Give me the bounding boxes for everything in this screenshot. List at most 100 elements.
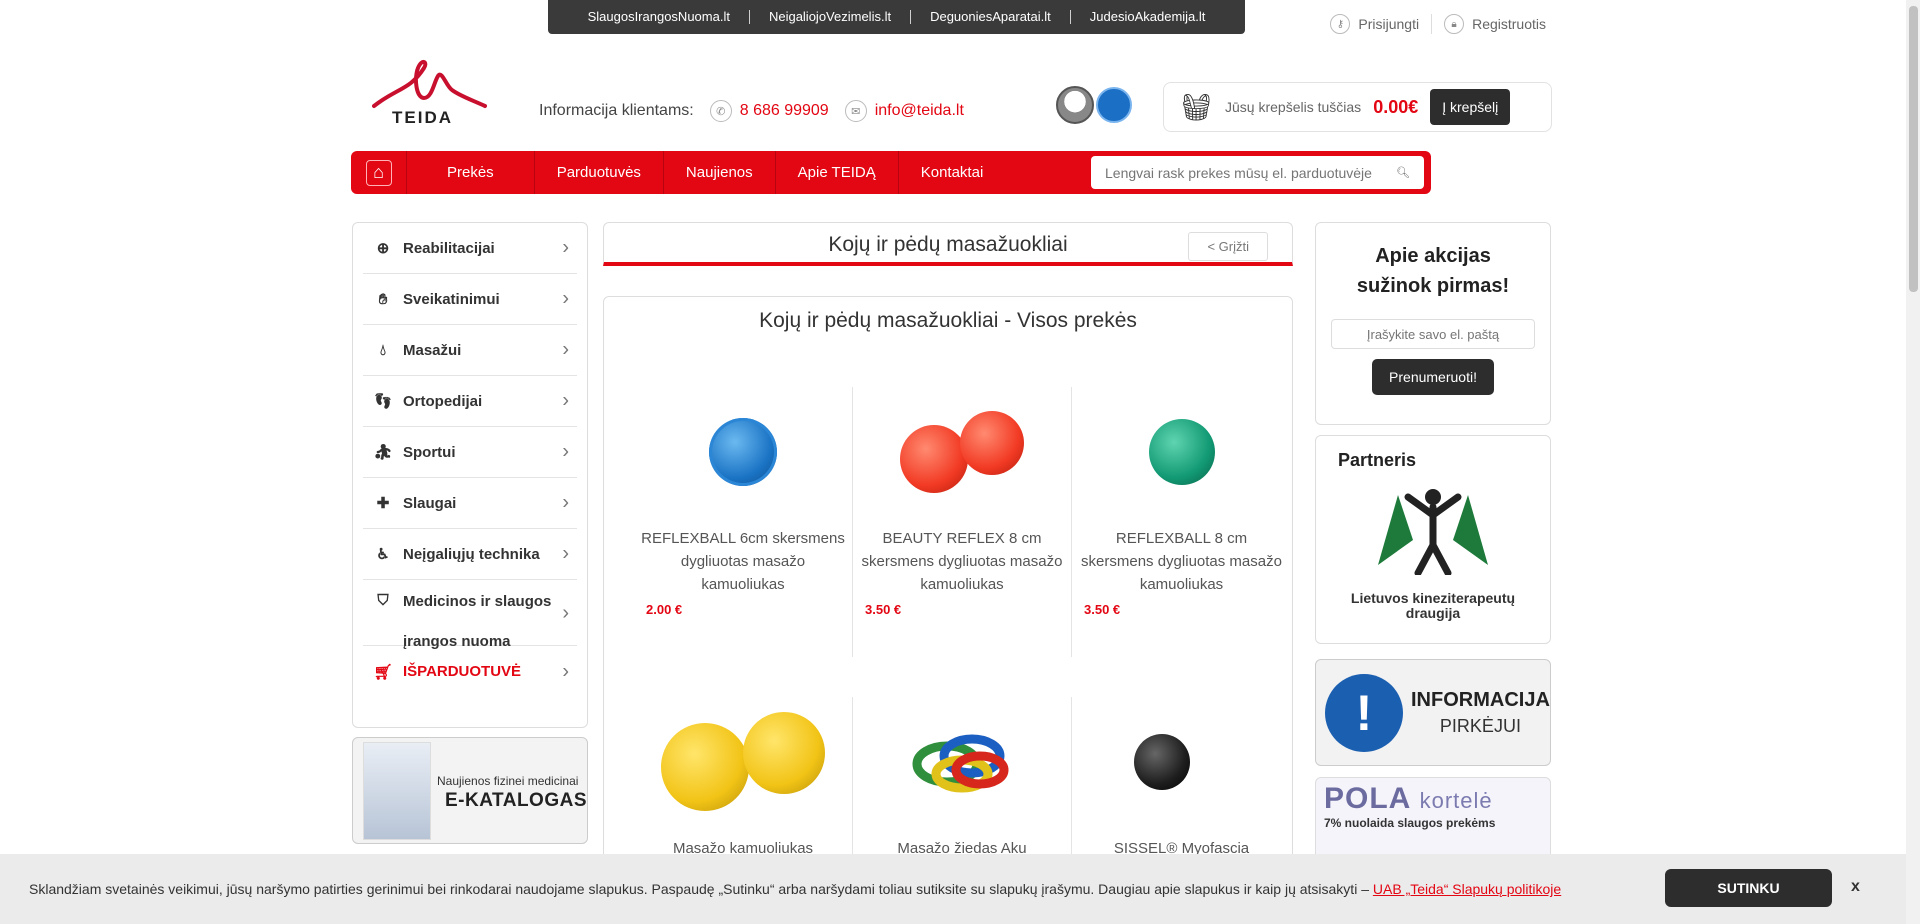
trust-badge-icon xyxy=(1056,86,1094,124)
account-links: ⚷ Prisijungti 🔒︎ Registruotis xyxy=(1318,14,1558,34)
newsletter-email-input[interactable] xyxy=(1331,319,1535,349)
page-scrollbar[interactable] xyxy=(1906,0,1920,924)
partner-box[interactable]: Partneris Lietuvos kineziterapeutų draugi… xyxy=(1315,435,1551,644)
cookie-message: Sklandžiam svetainės veikimui, jūsų narš… xyxy=(29,881,1369,897)
go-to-cart-button[interactable]: Į krepšelį xyxy=(1430,89,1511,125)
home-button[interactable]: ⌂ xyxy=(351,151,407,194)
sidebar-item-rehabilitation[interactable]: ⊕ Reabilitacijai › xyxy=(363,223,577,274)
basket-icon: 🧺︎ xyxy=(1180,91,1214,122)
search-input[interactable] xyxy=(1105,164,1395,181)
category-label: Masažui xyxy=(403,341,462,359)
drop-icon: 💧︎ xyxy=(379,341,386,359)
lock-icon: 🔒︎ xyxy=(1444,14,1465,34)
subscribe-button[interactable]: Prenumeruoti! xyxy=(1372,359,1494,395)
cookie-text: Sklandžiam svetainės veikimui, jūsų narš… xyxy=(29,881,1561,897)
feet-icon: 👣︎ xyxy=(373,393,393,410)
chevron-right-icon: › xyxy=(562,440,569,463)
category-label: Reabilitacijai xyxy=(403,239,495,257)
contact-label: Informacija klientams: xyxy=(539,102,694,119)
category-label: Slaugai xyxy=(403,494,457,512)
info-line1: INFORMACIJA xyxy=(1411,688,1550,711)
product-image xyxy=(653,402,833,502)
sidebar-item-massage[interactable]: 💧︎ Masažui › xyxy=(363,325,577,376)
category-label: Ortopedijai xyxy=(403,392,483,410)
plus-circle-icon: ✚ xyxy=(376,495,390,512)
nav-item-contacts[interactable]: Kontaktai xyxy=(899,151,1006,194)
product-name: REFLEXBALL 6cm skersmens dygliuotas masa… xyxy=(641,530,845,593)
sidebar-item-wellness[interactable]: ✋︎ Sveikatinimui › xyxy=(363,274,577,325)
partner-link[interactable]: NeigaliojoVezimelis.lt xyxy=(750,10,912,24)
product-image xyxy=(1092,712,1272,812)
nav-item-products[interactable]: Prekės xyxy=(407,151,535,194)
product-price: 3.50 € xyxy=(865,602,902,617)
key-icon: ⚷ xyxy=(1330,14,1351,34)
category-label: Sportui xyxy=(403,443,456,461)
accept-cookies-button[interactable]: SUTINKU xyxy=(1665,869,1832,907)
product-card[interactable]: REFLEXBALL 6cm skersmens dygliuotas masa… xyxy=(634,387,853,657)
product-image xyxy=(653,712,833,812)
n-shield-icon: ⛉ xyxy=(377,592,389,609)
category-label: Neįgaliųjų technika xyxy=(403,545,540,563)
nav-item-stores[interactable]: Parduotuvės xyxy=(535,151,664,194)
pola-title-main: POLA xyxy=(1324,782,1411,815)
cart-icon: 🛒︎ xyxy=(373,663,393,681)
category-label-line1: Medicinos ir slaugos xyxy=(403,593,552,610)
register-label: Registruotis xyxy=(1472,16,1546,32)
partner-caption-line1: Lietuvos kineziterapeutų xyxy=(1350,590,1516,606)
pola-title-sub: kortelė xyxy=(1419,788,1493,813)
sidebar-item-orthopedics[interactable]: 👣︎ Ortopedijai › xyxy=(363,376,577,427)
category-label: Sveikatinimui xyxy=(403,290,500,308)
newsletter-heading-line2: sužinok pirmas! xyxy=(1356,275,1510,297)
back-button[interactable]: < Grįžti xyxy=(1188,232,1268,261)
pola-text: 7% nuolaida slaugos prekėms xyxy=(1324,816,1496,830)
hand-icon: ✋︎ xyxy=(378,290,388,308)
product-card[interactable]: BEAUTY REFLEX 8 cm skersmens dygliuotas … xyxy=(853,387,1072,657)
black-ball-image xyxy=(1133,734,1190,790)
spiky-ball-image xyxy=(1148,419,1215,485)
main-nav: ⌂ Prekės Parduotuvės Naujienos Apie TEID… xyxy=(351,151,1431,194)
sidebar-item-sport[interactable]: ⛹︎ Sportui › xyxy=(363,427,577,478)
chevron-right-icon: › xyxy=(562,287,569,310)
cart-widget: 🧺︎ Jūsų krepšelis tuščias 0.00€ Į krepše… xyxy=(1163,82,1552,132)
product-name: BEAUTY REFLEX 8 cm skersmens dygliuotas … xyxy=(861,530,1063,593)
cookie-banner: Sklandžiam svetainės veikimui, jūsų narš… xyxy=(0,854,1906,924)
spiky-ball-image xyxy=(661,723,749,811)
scrollbar-thumb[interactable] xyxy=(1909,6,1918,292)
email-link[interactable]: info@teida.lt xyxy=(875,102,964,120)
buyer-info-banner[interactable]: ! INFORMACIJA PIRKĖJUI xyxy=(1315,659,1551,766)
product-image xyxy=(872,712,1052,812)
partner-link[interactable]: DeguoniesAparatai.lt xyxy=(911,10,1071,24)
sidebar-item-disability-tech[interactable]: ♿︎ Neįgaliųjų technika › xyxy=(363,529,577,580)
chevron-right-icon: › xyxy=(562,338,569,361)
cookie-policy-link[interactable]: UAB „Teida“ Slapukų politikoje xyxy=(1373,881,1561,897)
info-line2: PIRKĖJUI xyxy=(1439,715,1521,736)
search-box: 🔍︎ xyxy=(1091,156,1424,189)
mail-icon: ✉ xyxy=(844,100,867,122)
search-icon[interactable]: 🔍︎ xyxy=(1396,166,1410,179)
chevron-right-icon: › xyxy=(562,602,569,624)
sidebar-item-nursing[interactable]: ✚ Slaugai › xyxy=(363,478,577,529)
login-label: Prisijungti xyxy=(1358,16,1420,32)
product-grid: REFLEXBALL 6cm skersmens dygliuotas masa… xyxy=(634,387,1282,924)
phone-link[interactable]: 8 686 99909 xyxy=(740,102,829,120)
product-price: 2.00 € xyxy=(646,602,683,617)
sidebar-item-sale[interactable]: 🛒︎ IŠPARDUOTUVĖ › xyxy=(363,646,577,697)
spiky-ball-image xyxy=(960,411,1024,475)
product-card[interactable]: REFLEXBALL 8 cm skersmens dygliuotas mas… xyxy=(1072,387,1291,657)
sidebar-item-equipment-rental[interactable]: ⛉ Medicinos ir slaugos įrangos nuoma › xyxy=(363,580,577,650)
return-badge-icon xyxy=(1096,87,1132,123)
partner-caption: Lietuvos kineziterapeutų draugija xyxy=(1316,591,1550,621)
nav-item-news[interactable]: Naujienos xyxy=(664,151,776,194)
nav-item-about[interactable]: Apie TEIDĄ xyxy=(776,151,899,194)
wheelchair-icon: ♿︎ xyxy=(376,546,390,563)
category-label: IŠPARDUOTUVĖ xyxy=(403,663,522,680)
teida-logo[interactable]: TEIDA xyxy=(372,58,487,127)
trust-badges xyxy=(1056,86,1132,124)
partner-link[interactable]: JudesioAkademija.lt xyxy=(1071,10,1225,24)
partner-link[interactable]: SlaugosIrangosNuoma.lt xyxy=(569,10,750,24)
close-icon[interactable]: x xyxy=(1851,878,1860,896)
login-link[interactable]: ⚷ Prisijungti xyxy=(1318,14,1431,34)
e-catalog-banner[interactable]: Naujienos fizinei medicinai E-KATALOGAS xyxy=(352,737,588,844)
logo-text: TEIDA xyxy=(392,108,453,127)
register-link[interactable]: 🔒︎ Registruotis xyxy=(1431,14,1558,34)
